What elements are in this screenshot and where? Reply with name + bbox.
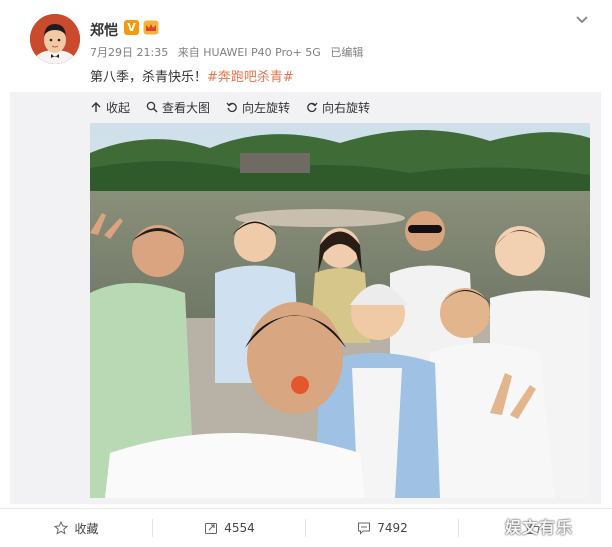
comment-icon: [358, 522, 371, 535]
collapse-label: 收起: [106, 100, 131, 115]
watermark-text: 娱文有乐: [505, 518, 574, 537]
avatar[interactable]: [30, 14, 80, 64]
post-body: 第八季，杀青快乐！: [90, 70, 208, 85]
rotate-left-label: 向左旋转: [242, 100, 291, 115]
chevron-down-icon[interactable]: [574, 12, 590, 28]
repost-count: 4554: [224, 521, 255, 535]
favorite-button[interactable]: 收藏: [0, 509, 153, 547]
rotate-right-icon: [307, 102, 318, 113]
comment-count: 7492: [377, 521, 408, 535]
view-large-button[interactable]: 查看大图: [146, 98, 210, 116]
repost-icon: [205, 523, 218, 534]
media-toolbar: 收起 查看大图 向左旋转 向右旋转: [90, 98, 370, 116]
post-edited-label[interactable]: 已编辑: [330, 46, 363, 59]
post-text: 第八季，杀青快乐！#奔跑吧杀青#: [90, 66, 294, 85]
post-timestamp[interactable]: 7月29日 21:35: [90, 46, 168, 59]
verified-badge: V: [124, 20, 139, 35]
post-meta: 7月29日 21:35 来自 HUAWEI P40 Pro+ 5G 已编辑: [90, 44, 369, 60]
username[interactable]: 郑恺: [90, 20, 118, 40]
group-selfie-image: [90, 123, 590, 498]
comment-button[interactable]: 7492: [306, 509, 459, 547]
favorite-label: 收藏: [74, 521, 99, 536]
rotate-left-button[interactable]: 向左旋转: [226, 98, 290, 116]
post-source: 来自 HUAWEI P40 Pro+ 5G: [177, 46, 321, 59]
crown-icon[interactable]: [143, 20, 159, 35]
view-large-label: 查看大图: [162, 100, 211, 115]
star-icon: [54, 521, 69, 535]
magnifier-icon: [146, 101, 158, 113]
rotate-right-label: 向右旋转: [322, 100, 371, 115]
rotate-right-button[interactable]: 向右旋转: [306, 98, 370, 116]
post-photo[interactable]: [90, 123, 590, 498]
rotate-left-icon: [226, 102, 237, 113]
collapse-button[interactable]: 收起: [90, 98, 130, 116]
avatar-image: [30, 14, 80, 64]
repost-button[interactable]: 4554: [153, 509, 306, 547]
collapse-arrow-icon: [91, 102, 101, 112]
hashtag-link[interactable]: #奔跑吧杀青#: [207, 70, 294, 85]
